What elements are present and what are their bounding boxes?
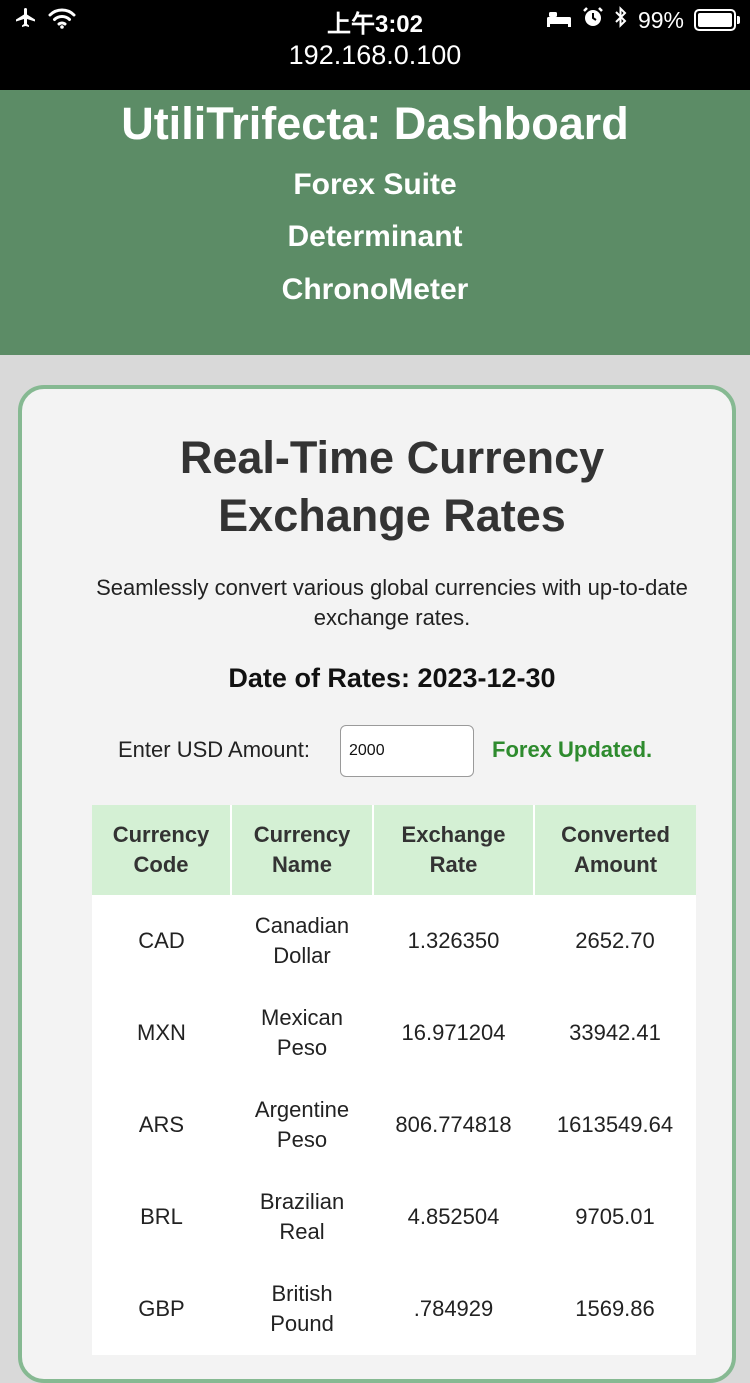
dashboard-title: UtiliTrifecta: Dashboard (121, 98, 629, 149)
converted-amount-cell: 33942.41 (569, 1020, 661, 1045)
header-text: Name (272, 852, 332, 877)
card-description: Seamlessly convert various global curren… (22, 573, 750, 633)
currency-name-cell: Brazilian Real (231, 1171, 373, 1263)
status-bar-right: 99% (546, 6, 740, 34)
converted-amount-cell: 2652.70 (575, 928, 655, 953)
currency-name-text: Real (279, 1219, 325, 1244)
bluetooth-icon (614, 6, 628, 34)
table-row: MXN Mexican Peso 16.971204 33942.41 (92, 987, 696, 1079)
currency-name-cell: Mexican Peso (231, 987, 373, 1079)
currency-name-cell: Canadian Dollar (231, 895, 373, 987)
card-title: Real-Time Currency Exchange Rates (22, 429, 750, 545)
converted-amount-cell: 9705.01 (575, 1204, 655, 1229)
header-text: Exchange (401, 822, 506, 847)
forex-status-message: Forex Updated. (492, 737, 653, 762)
currency-name-cell: British Pound (231, 1263, 373, 1355)
nav-link-forex-suite[interactable]: Forex Suite (0, 168, 750, 202)
currency-name-text: Peso (276, 1127, 328, 1152)
table-row: BRL Brazilian Real 4.852504 9705.01 (92, 1171, 696, 1263)
currency-name-text: Peso (276, 1035, 328, 1060)
currency-name-cell: Argentine Peso (231, 1079, 373, 1171)
header-text: Currency (253, 822, 351, 847)
battery-icon (694, 9, 740, 31)
header-text: Currency (112, 822, 210, 847)
currency-name-text: Dollar (273, 943, 331, 968)
table-row: GBP British Pound .784929 1569.86 (92, 1263, 696, 1355)
card-title-line-1: Real-Time Currency (179, 432, 605, 483)
currency-name-text: Pound (270, 1311, 334, 1336)
currency-name-text: British (271, 1281, 333, 1306)
status-bar: 上午3:02 99% 192.168.0.100 (0, 0, 750, 90)
nav-link-determinant[interactable]: Determinant (0, 220, 750, 254)
card-description-line-2: exchange rates. (313, 605, 471, 630)
header-text: Rate (429, 852, 478, 877)
usd-amount-label: Enter USD Amount: (118, 737, 310, 762)
forex-card: Real-Time Currency Exchange Rates Seamle… (18, 385, 736, 1383)
table-row: ARS Argentine Peso 806.774818 1613549.64 (92, 1079, 696, 1171)
address-url[interactable]: 192.168.0.100 (0, 40, 750, 71)
exchange-rate-cell: 16.971204 (401, 1020, 506, 1045)
currency-name-text: Mexican (261, 1005, 343, 1030)
converted-amount-cell: 1613549.64 (556, 1112, 674, 1137)
exchange-rate-cell: 4.852504 (407, 1204, 500, 1229)
currency-name-text: Canadian (254, 913, 350, 938)
header-currency-name: Currency Name (231, 805, 374, 895)
table-row: CAD Canadian Dollar 1.326350 2652.70 (92, 895, 696, 987)
currency-name-text: Argentine (254, 1097, 350, 1122)
battery-percent: 99% (637, 6, 684, 33)
exchange-rate-cell: 806.774818 (395, 1112, 512, 1137)
currency-code-cell: BRL (140, 1204, 183, 1229)
dashboard-header: UtiliTrifecta: Dashboard Forex Suite Det… (0, 90, 750, 355)
header-currency-code: Currency Code (92, 805, 232, 895)
header-text: Code (133, 852, 189, 877)
card-description-line-1: Seamlessly convert various global curren… (96, 575, 688, 600)
nav-link-chronometer[interactable]: ChronoMeter (0, 273, 750, 307)
bed-icon (546, 7, 572, 34)
header-exchange-rate: Exchange Rate (373, 805, 535, 895)
currency-code-cell: MXN (137, 1020, 186, 1045)
exchange-rate-cell: 1.326350 (407, 928, 500, 953)
usd-amount-input[interactable] (340, 725, 474, 777)
header-text: Converted (561, 822, 670, 847)
currency-code-cell: GBP (138, 1296, 185, 1321)
currency-code-cell: ARS (138, 1112, 185, 1137)
alarm-icon (582, 6, 604, 34)
header-converted-amount: Converted Amount (534, 805, 696, 895)
exchange-rate-cell: .784929 (413, 1296, 494, 1321)
rates-date: Date of Rates: 2023-12-30 (228, 663, 556, 693)
card-title-line-2: Exchange Rates (218, 490, 566, 541)
currency-name-text: Brazilian (259, 1189, 345, 1214)
table-header-row: Currency Code Currency Name Exchange Rate C… (92, 805, 696, 895)
battery-level (698, 13, 732, 27)
header-text: Amount (573, 852, 658, 877)
converted-amount-cell: 1569.86 (575, 1296, 655, 1321)
rates-table: Currency Code Currency Name Exchange Rate C… (92, 805, 696, 1355)
currency-code-cell: CAD (138, 928, 185, 953)
